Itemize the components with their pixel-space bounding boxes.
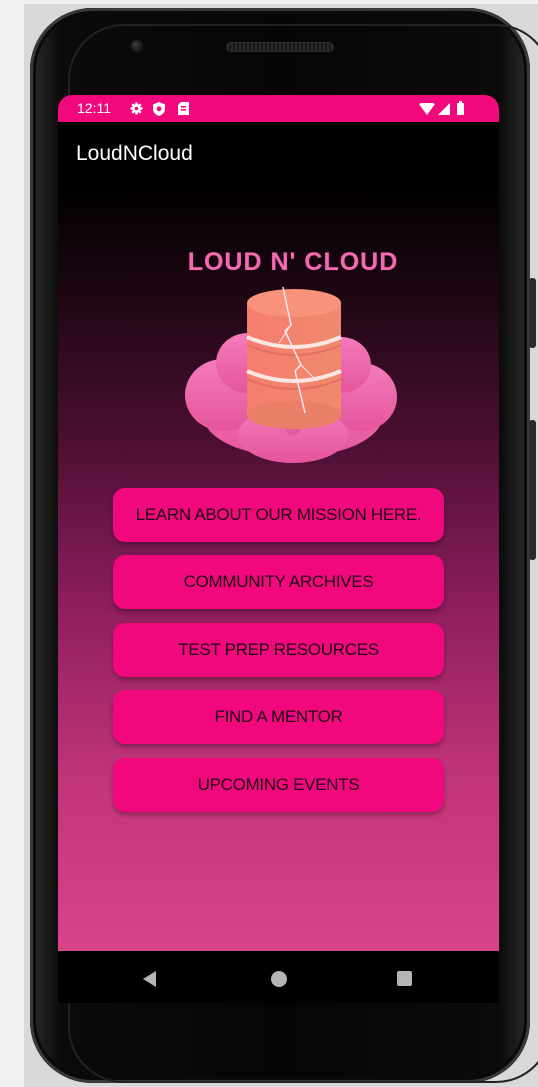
volume-button[interactable] [529, 420, 536, 560]
system-navigation-bar [58, 951, 499, 1003]
upcoming-events-button[interactable]: UPCOMING EVENTS [113, 758, 444, 812]
front-camera-icon [131, 40, 143, 52]
status-time: 12:11 [77, 100, 111, 116]
gear-icon [130, 102, 143, 115]
find-mentor-button[interactable]: FIND A MENTOR [113, 690, 444, 744]
earpiece-speaker [226, 42, 334, 52]
home-icon[interactable] [271, 971, 287, 987]
status-bar: 12:11 [58, 95, 499, 122]
sim-card-icon [178, 102, 189, 115]
shield-icon [153, 102, 165, 116]
recents-icon[interactable] [397, 971, 412, 986]
app-bar-title: LoudNCloud [76, 142, 193, 165]
power-button[interactable] [529, 278, 536, 348]
cloud-database-logo [185, 286, 397, 463]
signal-icon [438, 103, 450, 115]
learn-mission-button[interactable]: LEARN ABOUT OUR MISSION HERE. [113, 488, 444, 542]
wifi-icon [419, 103, 435, 115]
community-archives-button[interactable]: COMMUNITY ARCHIVES [113, 555, 444, 609]
battery-icon [457, 101, 464, 115]
back-icon[interactable] [143, 971, 156, 987]
app-screen: 12:11 LoudNCloud LOUD N' CLOUD LEARN ABO… [58, 95, 499, 951]
logo-title: LOUD N' CLOUD [187, 248, 399, 276]
test-prep-resources-button[interactable]: TEST PREP RESOURCES [113, 623, 444, 677]
